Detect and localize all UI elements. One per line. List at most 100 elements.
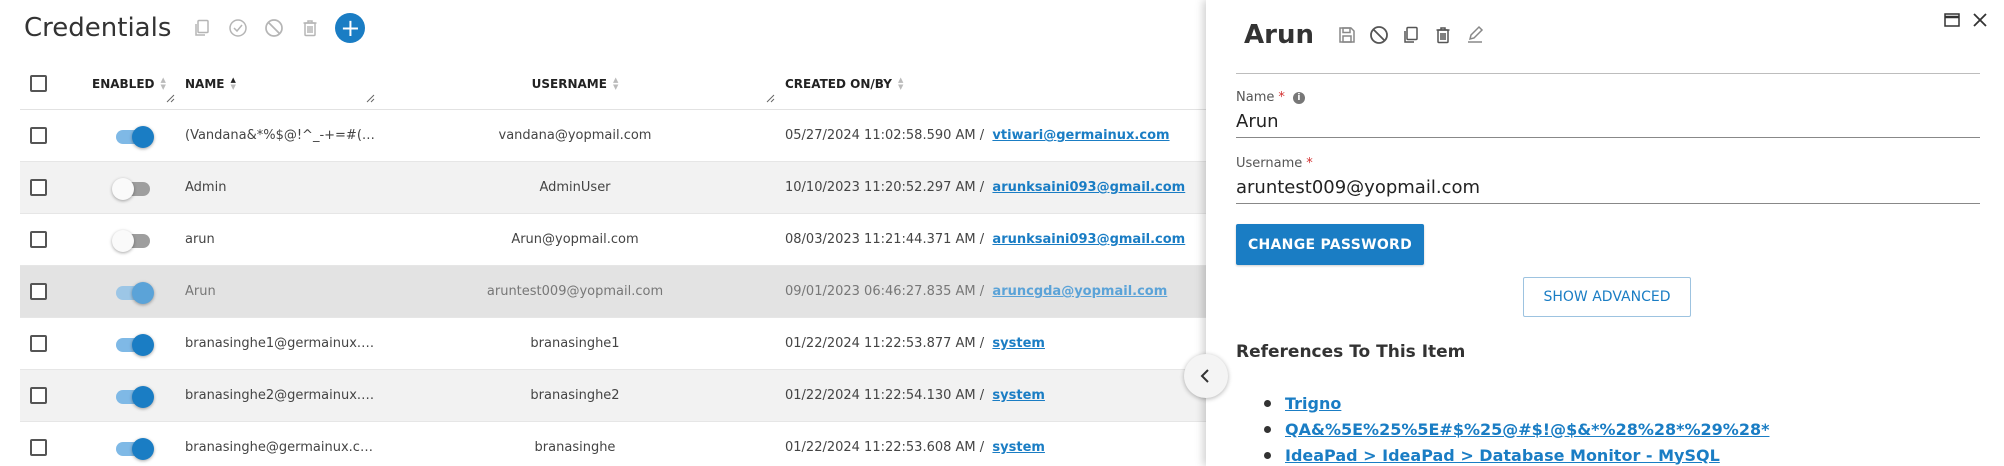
name-input[interactable] — [1236, 105, 1980, 138]
table-row[interactable]: branasinghe@germainux.com branasinghe 01/2… — [20, 422, 1210, 466]
enable-check-icon[interactable] — [227, 17, 249, 39]
column-header-name[interactable]: NAME ▲ ▼ — [175, 58, 375, 109]
trash-icon[interactable] — [299, 17, 321, 39]
created-by-link[interactable]: system — [992, 336, 1045, 351]
name-cell: Arun — [185, 284, 216, 299]
panel-window-controls — [1942, 10, 1990, 30]
created-cell: 01/22/2024 11:22:53.877 AM / system — [775, 336, 1210, 351]
created-by-link[interactable]: vtiwari@germainux.com — [992, 128, 1169, 143]
save-icon[interactable] — [1336, 24, 1358, 46]
toggle-knob — [132, 437, 154, 460]
enabled-toggle[interactable] — [112, 229, 152, 252]
table-row[interactable]: Arun aruntest009@yopmail.com 09/01/2023 06… — [20, 266, 1210, 318]
table-body: (Vandana&*%$@!^_-+=#(){}::"'|\<... vandan… — [20, 110, 1210, 466]
toggle-knob — [112, 229, 134, 252]
change-password-button[interactable]: CHANGE PASSWORD — [1236, 224, 1424, 265]
enabled-toggle[interactable] — [112, 281, 154, 304]
edit-icon[interactable] — [1464, 24, 1486, 46]
column-resize-handle[interactable] — [766, 92, 775, 103]
name-cell: branasinghe@germainux.com — [185, 440, 375, 455]
created-by-link[interactable]: arunksaini093@gmail.com — [992, 232, 1185, 247]
trash-icon[interactable] — [1432, 24, 1454, 46]
row-checkbox[interactable] — [30, 283, 47, 300]
table-row[interactable]: arun Arun@yopmail.com 08/03/2023 11:21:44.… — [20, 214, 1210, 266]
created-by-link[interactable]: system — [992, 440, 1045, 455]
username-cell: branasinghe1 — [530, 336, 620, 351]
info-icon[interactable]: i — [1292, 91, 1305, 104]
created-by-link[interactable]: aruncgda@yopmail.com — [992, 284, 1167, 299]
enabled-toggle[interactable] — [112, 177, 152, 200]
add-credential-button[interactable]: + — [335, 13, 366, 43]
created-cell: 10/10/2023 11:20:52.297 AM / arunksaini0… — [775, 180, 1210, 195]
reference-link[interactable]: QA&%5E%25%5E#$%25@#$!@$&*%28%28*%29%28* — [1285, 420, 1769, 439]
table-row[interactable]: Admin AdminUser 10/10/2023 11:20:52.297 AM… — [20, 162, 1210, 214]
created-on-text: 01/22/2024 11:22:54.130 AM / — [785, 388, 985, 403]
created-on-text: 09/01/2023 06:46:27.835 AM / — [785, 284, 985, 299]
name-cell: branasinghe2@germainux.com — [185, 388, 375, 403]
username-input[interactable] — [1236, 171, 1980, 204]
copy-icon[interactable] — [1400, 24, 1422, 46]
username-cell: aruntest009@yopmail.com — [486, 284, 664, 299]
detail-header: Arun — [1244, 20, 1486, 50]
created-by-link[interactable]: arunksaini093@gmail.com — [992, 180, 1185, 195]
row-checkbox[interactable] — [30, 387, 47, 404]
required-mark: * — [1306, 156, 1313, 171]
select-all-checkbox[interactable] — [30, 75, 47, 92]
bullet-icon — [1264, 451, 1271, 459]
column-header-username[interactable]: USERNAME ▲ ▼ — [375, 58, 775, 109]
chevron-left-icon — [1200, 369, 1209, 383]
column-header-enabled[interactable]: ENABLED ▲ ▼ — [60, 58, 175, 109]
row-select-cell — [20, 387, 60, 404]
created-by-link[interactable]: system — [992, 388, 1045, 403]
row-select-cell — [20, 127, 60, 144]
column-header-label: NAME — [185, 76, 225, 91]
row-checkbox[interactable] — [30, 179, 47, 196]
table-row[interactable]: (Vandana&*%$@!^_-+=#(){}::"'|\<... vandan… — [20, 110, 1210, 162]
table-row[interactable]: branasinghe1@germainux.com branasinghe1 01… — [20, 318, 1210, 370]
toggle-knob — [132, 385, 154, 408]
copy-icon[interactable] — [191, 17, 213, 39]
enabled-cell — [60, 281, 175, 304]
enabled-toggle[interactable] — [112, 437, 154, 460]
row-select-cell — [20, 231, 60, 248]
disable-icon[interactable] — [263, 17, 285, 39]
enabled-cell — [60, 333, 175, 356]
reference-link[interactable]: Trigno — [1285, 394, 1341, 413]
collapse-panel-button[interactable] — [1184, 354, 1228, 398]
sort-icon[interactable]: ▲ ▼ — [160, 76, 165, 91]
name-field: Name * i — [1236, 90, 1980, 138]
reference-link[interactable]: IdeaPad > IdeaPad > Database Monitor - M… — [1285, 446, 1720, 465]
row-checkbox[interactable] — [30, 127, 47, 144]
references-title: References To This Item — [1236, 342, 1466, 362]
enabled-toggle[interactable] — [112, 333, 154, 356]
column-header-label: CREATED ON/BY — [785, 76, 892, 91]
created-cell: 08/03/2023 11:21:44.371 AM / arunksaini0… — [775, 232, 1210, 247]
show-advanced-button[interactable]: SHOW ADVANCED — [1523, 277, 1691, 317]
row-checkbox[interactable] — [30, 231, 47, 248]
maximize-icon[interactable] — [1942, 10, 1962, 30]
toggle-knob — [132, 125, 154, 148]
column-resize-handle[interactable] — [166, 92, 175, 103]
column-header-created[interactable]: CREATED ON/BY ▲ ▼ — [775, 58, 1210, 109]
reference-item: IdeaPad > IdeaPad > Database Monitor - M… — [1264, 442, 1769, 466]
close-icon[interactable] — [1970, 10, 1990, 30]
detail-title: Arun — [1244, 20, 1314, 50]
column-resize-handle[interactable] — [366, 92, 375, 103]
sort-icon[interactable]: ▲ ▼ — [898, 76, 903, 91]
enabled-toggle[interactable] — [112, 125, 154, 148]
sort-ascending-icon[interactable]: ▲ ▼ — [230, 76, 235, 91]
references-list: Trigno QA&%5E%25%5E#$%25@#$!@$&*%28%28*%2… — [1264, 390, 1769, 466]
enabled-cell — [60, 385, 175, 408]
row-checkbox[interactable] — [30, 439, 47, 456]
table-row[interactable]: branasinghe2@germainux.com branasinghe2 01… — [20, 370, 1210, 422]
username-field-label: Username * — [1236, 156, 1980, 171]
list-toolbar: Credentials + — [24, 10, 366, 46]
enabled-toggle[interactable] — [112, 385, 154, 408]
username-cell: Arun@yopmail.com — [511, 232, 639, 247]
bullet-icon — [1264, 399, 1271, 407]
name-cell: branasinghe1@germainux.com — [185, 336, 375, 351]
sort-icon[interactable]: ▲ ▼ — [613, 76, 618, 91]
row-checkbox[interactable] — [30, 335, 47, 352]
disable-icon[interactable] — [1368, 24, 1390, 46]
credential-detail-panel: Arun Name * i Arun Username * aruntest00… — [1206, 0, 2004, 466]
